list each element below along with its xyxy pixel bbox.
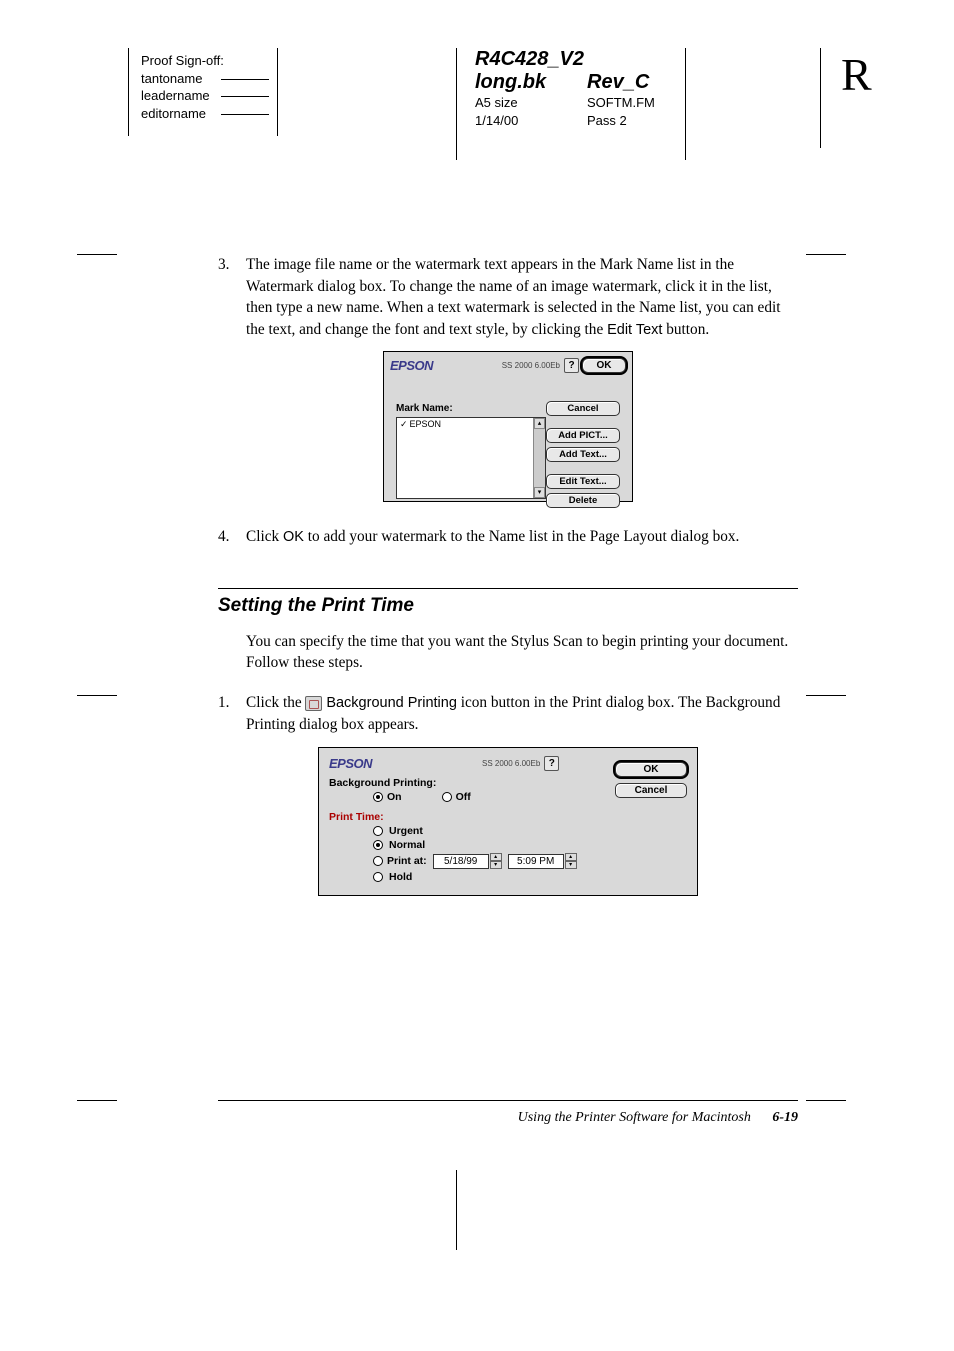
crop-mark xyxy=(77,254,117,255)
spinner-down-icon[interactable]: ▾ xyxy=(490,861,502,869)
print-at-date-field[interactable]: 5/18/99 ▴▾ xyxy=(433,853,502,869)
proof-signoff-title: Proof Sign-off: xyxy=(141,52,269,70)
doc-meta1: SOFTM.FM xyxy=(587,94,655,112)
proof-name-1: tantoname xyxy=(141,70,202,88)
bg-on-radio[interactable]: On xyxy=(373,791,402,803)
footer-page-number: 6-19 xyxy=(772,1110,798,1125)
section-title: Setting the Print Time xyxy=(218,595,798,617)
signature-blank xyxy=(221,70,269,80)
crop-mark xyxy=(806,695,846,696)
epson-logo: EPSON xyxy=(329,756,372,771)
radio-icon xyxy=(373,792,383,802)
dialog-version: SS 2000 6.00Eb xyxy=(482,759,540,768)
help-button[interactable]: ? xyxy=(564,358,579,373)
document-id-block: R4C428_V2 long.bk Rev_C A5 size SOFTM.FM… xyxy=(456,48,686,160)
bg-off-radio[interactable]: Off xyxy=(442,791,471,803)
print-time-label: Print Time: xyxy=(329,811,384,823)
help-button[interactable]: ? xyxy=(544,756,559,771)
ok-button[interactable]: OK xyxy=(582,358,626,373)
background-printing-term: Background Printing xyxy=(326,695,457,711)
radio-icon xyxy=(373,840,383,850)
doc-id: R4C428_V2 xyxy=(475,48,675,71)
doc-date: 1/14/00 xyxy=(475,112,587,130)
background-printing-label: Background Printing: xyxy=(329,777,436,789)
urgent-radio[interactable]: Urgent xyxy=(373,825,687,837)
proof-name-2: leadername xyxy=(141,87,210,105)
step-3: 3. The image file name or the watermark … xyxy=(218,254,798,341)
background-printing-dialog: EPSON SS 2000 6.00Eb ? Background Printi… xyxy=(318,747,698,896)
step-4: 4. Click OK to add your watermark to the… xyxy=(218,526,798,548)
doc-size: A5 size xyxy=(475,94,587,112)
proof-name-3: editorname xyxy=(141,105,206,123)
epson-logo: EPSON xyxy=(390,358,433,373)
hold-radio[interactable]: Hold xyxy=(373,871,687,883)
spinner-up-icon[interactable]: ▴ xyxy=(565,853,577,861)
step-1: 1. Click the Background Printing icon bu… xyxy=(218,692,798,735)
edit-text-button[interactable]: Edit Text... xyxy=(546,474,620,489)
signature-blank xyxy=(221,87,269,97)
crop-mark xyxy=(77,695,117,696)
add-text-button[interactable]: Add Text... xyxy=(546,447,620,462)
crop-mark xyxy=(806,254,846,255)
cancel-button[interactable]: Cancel xyxy=(615,783,687,798)
crop-mark xyxy=(77,1100,117,1101)
section-rule xyxy=(218,588,798,589)
radio-icon xyxy=(373,856,383,866)
radio-icon xyxy=(373,872,383,882)
radio-icon xyxy=(442,792,452,802)
page-footer: Using the Printer Software for Macintosh… xyxy=(218,1110,798,1126)
mark-name-label: Mark Name: xyxy=(396,403,546,414)
check-icon: ✓ xyxy=(400,419,408,429)
watermark-dialog: EPSON SS 2000 6.00Eb ? OK Mark Name: ✓EP… xyxy=(383,351,633,502)
doc-meta2: Pass 2 xyxy=(587,112,627,130)
proof-signoff-block: Proof Sign-off: tantoname leadername edi… xyxy=(128,48,278,136)
radio-icon xyxy=(373,826,383,836)
ok-button[interactable]: OK xyxy=(615,762,687,777)
background-printing-icon xyxy=(305,696,322,711)
signature-blank xyxy=(221,105,269,115)
scroll-up-icon[interactable]: ▴ xyxy=(534,418,545,429)
section-intro: You can specify the time that you want t… xyxy=(246,631,798,674)
page-side-indicator: R xyxy=(820,48,872,148)
footer-rule xyxy=(218,1100,798,1101)
scrollbar[interactable]: ▴ ▾ xyxy=(533,418,545,498)
print-at-time-field[interactable]: 5:09 PM ▴▾ xyxy=(508,853,577,869)
dialog-version: SS 2000 6.00Eb xyxy=(502,361,560,370)
normal-radio[interactable]: Normal xyxy=(373,839,687,851)
list-item[interactable]: ✓EPSON xyxy=(397,418,545,431)
scroll-down-icon[interactable]: ▾ xyxy=(534,487,545,498)
doc-rev: Rev_C xyxy=(587,71,649,94)
footer-chapter: Using the Printer Software for Macintosh xyxy=(518,1110,751,1125)
ok-term: OK xyxy=(283,529,304,545)
crop-mark xyxy=(806,1100,846,1101)
crop-mark xyxy=(456,1170,457,1250)
cancel-button[interactable]: Cancel xyxy=(546,401,620,416)
mark-name-list[interactable]: ✓EPSON ▴ ▾ xyxy=(396,417,546,499)
delete-button[interactable]: Delete xyxy=(546,493,620,508)
doc-file: long.bk xyxy=(475,71,587,94)
print-at-radio[interactable]: Print at: xyxy=(373,855,427,867)
add-pict-button[interactable]: Add PICT... xyxy=(546,428,620,443)
spinner-up-icon[interactable]: ▴ xyxy=(490,853,502,861)
spinner-down-icon[interactable]: ▾ xyxy=(565,861,577,869)
edit-text-term: Edit Text xyxy=(607,322,662,338)
